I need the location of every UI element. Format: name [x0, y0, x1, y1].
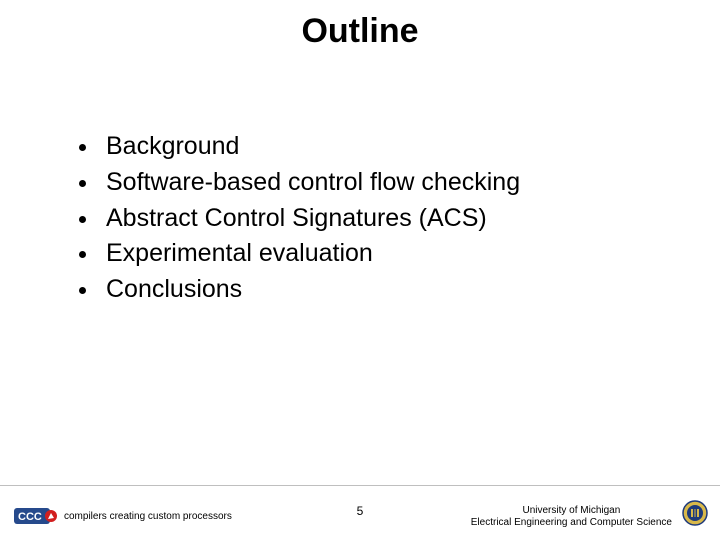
- outline-list: Background Software-based control flow c…: [70, 130, 680, 309]
- slide: Outline Background Software-based contro…: [0, 0, 720, 540]
- list-item: Abstract Control Signatures (ACS): [100, 202, 680, 236]
- list-item: Software-based control flow checking: [100, 166, 680, 200]
- affiliation: University of Michigan Electrical Engine…: [471, 505, 672, 528]
- list-item: Experimental evaluation: [100, 237, 680, 271]
- page-number: 5: [357, 504, 364, 518]
- affiliation-line1: University of Michigan: [471, 505, 672, 517]
- logo-tagline: compilers creating custom processors: [64, 511, 232, 522]
- slide-footer: CCC compilers creating custom processors…: [0, 486, 720, 540]
- list-item: Background: [100, 130, 680, 164]
- slide-title: Outline: [0, 12, 720, 51]
- ccc-logo-icon: CCC: [14, 504, 58, 528]
- list-item: Conclusions: [100, 273, 680, 307]
- svg-text:CCC: CCC: [18, 511, 42, 523]
- affiliation-line2: Electrical Engineering and Computer Scie…: [471, 517, 672, 529]
- ccc-logo: CCC compilers creating custom processors: [14, 504, 232, 528]
- university-seal-icon: [682, 500, 708, 526]
